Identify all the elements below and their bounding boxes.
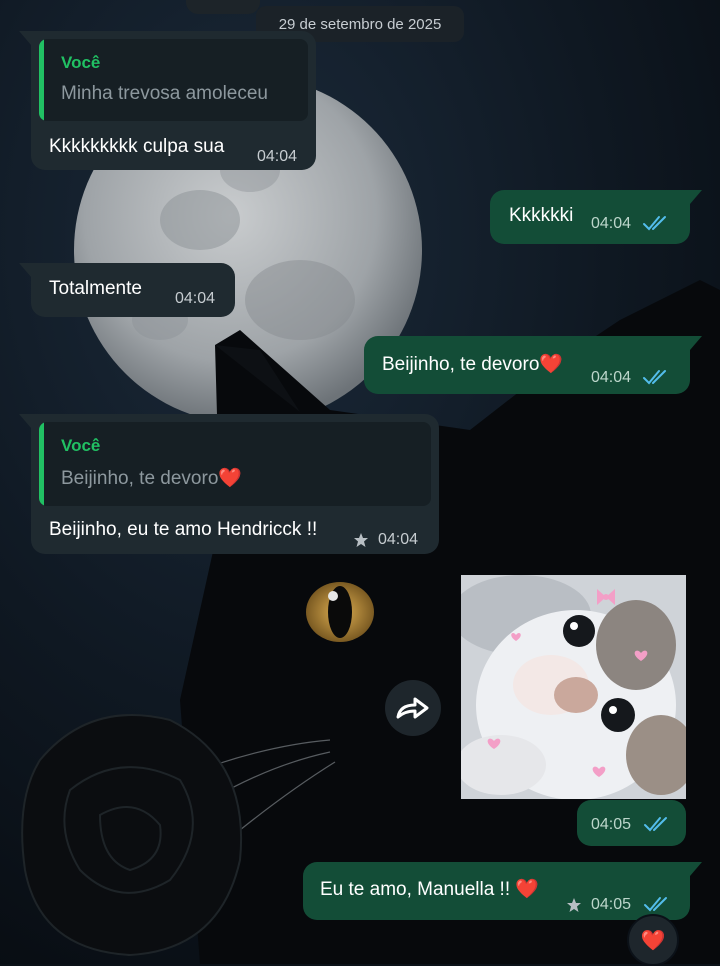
message-text: Totalmente bbox=[49, 278, 142, 299]
heart-reaction-icon: ❤️ bbox=[640, 929, 666, 952]
read-ticks-icon bbox=[644, 897, 667, 912]
reaction-badge[interactable]: ❤️ bbox=[627, 914, 679, 966]
message-time: 04:04 bbox=[378, 531, 419, 548]
message-text: Kkkkkki bbox=[509, 205, 574, 226]
kitten-image bbox=[461, 575, 686, 799]
read-ticks-icon bbox=[643, 370, 666, 385]
quote-accent-bar bbox=[39, 39, 44, 121]
message-text: Kkkkkkkkk culpa sua bbox=[49, 136, 225, 157]
quoted-message[interactable]: Você Beijinho, te devoro❤️ bbox=[39, 422, 431, 506]
quoted-message[interactable]: Você Minha trevosa amoleceu bbox=[39, 39, 308, 121]
incoming-message[interactable]: Totalmente 04:04 bbox=[19, 263, 235, 317]
quote-author: Você bbox=[61, 436, 101, 455]
forward-icon bbox=[396, 697, 429, 719]
message-time: 04:04 bbox=[257, 148, 298, 165]
message-time: 04:04 bbox=[591, 369, 632, 386]
quote-accent-bar bbox=[39, 422, 44, 506]
message-text: Beijinho, eu te amo Hendricck !! bbox=[49, 519, 318, 540]
message-time: 04:04 bbox=[175, 290, 216, 307]
chat-area[interactable]: 29 de setembro de 2025 Você Minha trevos… bbox=[0, 0, 720, 966]
outgoing-message[interactable]: Beijinho, te devoro❤️ 04:04 bbox=[364, 336, 702, 394]
message-time: 04:04 bbox=[591, 215, 632, 232]
outgoing-image-footer[interactable]: 04:05 bbox=[577, 800, 686, 846]
quote-author: Você bbox=[61, 53, 101, 72]
message-text: Eu te amo, Manuella !! ❤️ bbox=[320, 879, 540, 900]
read-ticks-icon bbox=[643, 216, 666, 231]
outgoing-message[interactable]: Eu te amo, Manuella !! ❤️ 04:05 bbox=[303, 862, 702, 920]
message-time: 04:05 bbox=[591, 896, 632, 913]
forward-button[interactable] bbox=[385, 680, 441, 736]
previous-message-edge bbox=[186, 0, 260, 14]
message-time: 04:05 bbox=[591, 816, 632, 833]
quote-text: Minha trevosa amoleceu bbox=[61, 83, 268, 104]
read-ticks-icon bbox=[644, 817, 667, 832]
outgoing-message[interactable]: Kkkkkki 04:04 bbox=[490, 190, 702, 244]
quote-text: Beijinho, te devoro❤️ bbox=[61, 468, 243, 489]
incoming-message[interactable]: Você Minha trevosa amoleceu Kkkkkkkkk cu… bbox=[19, 31, 316, 170]
star-icon bbox=[567, 898, 581, 912]
star-icon bbox=[354, 533, 368, 547]
incoming-message[interactable]: Você Beijinho, te devoro❤️ Beijinho, eu … bbox=[19, 414, 439, 554]
message-text: Beijinho, te devoro❤️ bbox=[382, 354, 564, 375]
kitten-photo[interactable] bbox=[461, 575, 686, 799]
